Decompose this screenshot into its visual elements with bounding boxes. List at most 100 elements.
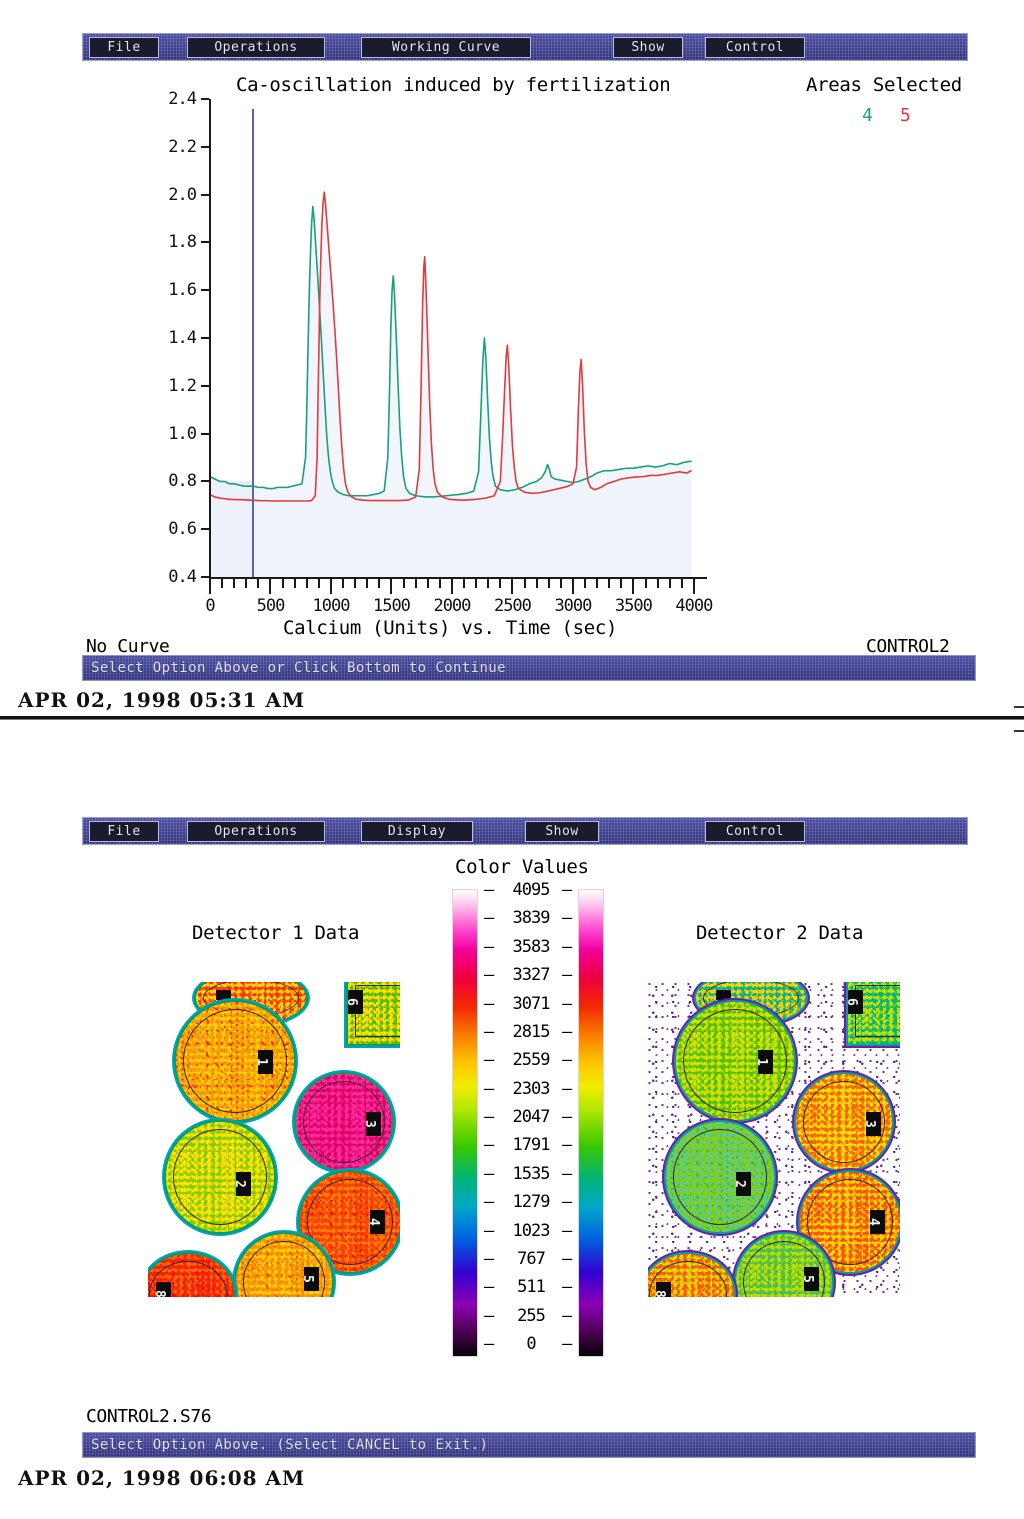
menu-item-file-2[interactable]: File [89,821,159,842]
cell-outline [173,1129,267,1225]
chart-title: Ca-oscillation induced by fertilization [236,74,671,96]
colorbar-tick-right: – [562,1021,573,1042]
colorbar-value: 1791 [512,1135,551,1156]
y-tick [201,528,209,531]
x-tick-minor [475,579,478,588]
y-tick-label: 1.2 [168,375,197,396]
x-tick-minor [644,579,647,588]
menu-item-operations[interactable]: Operations [187,37,325,58]
x-tick-minor [438,579,441,588]
timestamp-curve-window: APR 02, 1998 05:31 AM [18,688,306,712]
y-tick [201,337,209,339]
colorbar-tick-right: – [562,1220,573,1241]
x-tick-minor [293,579,296,588]
x-tick-minor [233,579,236,588]
colorbar-tick-right: – [562,1334,573,1354]
cell-label-4[interactable]: 4 [866,1210,885,1234]
y-tick-label: 0.6 [168,519,197,540]
x-axis-title: Calcium (Units) vs. Time (sec) [283,617,618,639]
y-tick-label: 2.0 [168,184,197,205]
detector-cell-1[interactable] [676,1002,794,1120]
menu-item-control[interactable]: Control [705,37,805,58]
cell-label-5[interactable]: 5 [300,1267,319,1291]
x-tick-minor [354,579,357,588]
y-tick-label: 1.0 [168,423,197,444]
x-tick-minor [305,579,308,588]
cell-label-6[interactable]: 6 [844,990,863,1014]
menu-bar-curve-window: File Operations Working Curve Show Contr… [82,33,968,61]
curve-window: File Operations Working Curve Show Contr… [0,0,1024,712]
cell-label-3[interactable]: 3 [862,1112,881,1136]
cell-label-1[interactable]: 1 [254,1050,273,1074]
cell-label-2[interactable]: 2 [232,1172,251,1196]
colorbar-value: 767 [517,1248,546,1269]
colorbar-tick-right: – [562,1305,573,1326]
x-tick-minor [608,579,611,588]
colorbar-value: 1535 [512,1163,551,1184]
timestamp-detector-window: APR 02, 1998 06:08 AM [18,1466,306,1490]
menu-item-file[interactable]: File [89,37,159,58]
cell-label-6[interactable]: 6 [344,990,363,1014]
cell-label-4[interactable]: 4 [366,1210,385,1234]
colorbar-value: 0 [526,1334,536,1354]
colorbar-tick-left: – [484,1135,495,1156]
detector-cell-1[interactable] [176,1002,294,1120]
x-tick-major [571,579,574,594]
colorbar-value: 2559 [512,1050,551,1071]
y-tick-label: 1.6 [168,280,197,301]
x-tick-major [209,579,211,594]
cell-label-8[interactable]: 8 [152,1282,171,1297]
x-tick-minor [535,579,538,588]
colorbar-tick-left: – [484,1078,495,1099]
x-tick-minor [402,579,405,588]
cell-label-1[interactable]: 1 [754,1050,773,1074]
x-tick-label: 4000 [675,596,713,616]
y-tick [201,576,209,578]
cell-label-2[interactable]: 2 [732,1172,751,1196]
colorbar-value: 1023 [512,1220,551,1241]
colorbar-title: Color Values [455,856,589,878]
no-curve-label: No Curve [86,636,170,657]
menu-item-control-2[interactable]: Control [705,821,805,842]
y-tick-label: 2.4 [168,89,197,109]
colorbar-value: 2047 [512,1107,551,1127]
colorbar-tick-left: – [484,880,495,900]
plot-area[interactable] [210,99,706,577]
y-axis [209,99,211,579]
x-tick-minor [426,579,429,588]
detector-2-image[interactable]: 71623458 [648,982,900,1297]
cell-label-3[interactable]: 3 [362,1112,381,1136]
x-tick-label: 1000 [312,596,350,616]
menu-item-display[interactable]: Display [361,821,473,842]
y-tick-label: 0.4 [168,567,197,587]
y-tick [201,480,209,483]
colorbar-tick-right: – [562,1277,573,1298]
x-tick-label: 500 [256,596,286,616]
cell-label-8[interactable]: 8 [652,1282,671,1297]
x-tick-minor [547,579,550,588]
cursor-line[interactable] [252,109,255,577]
control-name-label: CONTROL2 [866,636,950,657]
menu-bar-detector-window: File Operations Display Show Control [82,817,968,845]
status-bar-curve-window[interactable]: Select Option Above or Click Bottom to C… [82,655,976,681]
cell-label-5[interactable]: 5 [800,1267,819,1291]
menu-item-operations-2[interactable]: Operations [187,821,325,842]
colorbar-tick-right: – [562,965,573,986]
detector-1-image[interactable]: 71623458 [148,982,400,1297]
y-tick [201,432,209,435]
menu-item-show-2[interactable]: Show [525,821,599,842]
detector-window: File Operations Display Show Control Det… [0,760,1024,1519]
colorbar-tick-left: – [484,908,495,929]
detector-cell-2[interactable] [666,1122,774,1232]
colorbar-tick-left: – [484,1277,495,1298]
x-tick-label: 3000 [554,596,592,616]
x-tick-label: 3500 [614,596,653,616]
x-tick-minor [366,579,369,588]
x-tick-minor [221,579,224,588]
x-tick-minor [257,579,260,588]
detector-cell-2[interactable] [166,1122,274,1232]
menu-item-working-curve[interactable]: Working Curve [361,37,531,58]
status-bar-detector-window[interactable]: Select Option Above. (Select CANCEL to E… [82,1432,976,1458]
x-tick-minor [487,579,490,588]
menu-item-show[interactable]: Show [613,37,683,58]
